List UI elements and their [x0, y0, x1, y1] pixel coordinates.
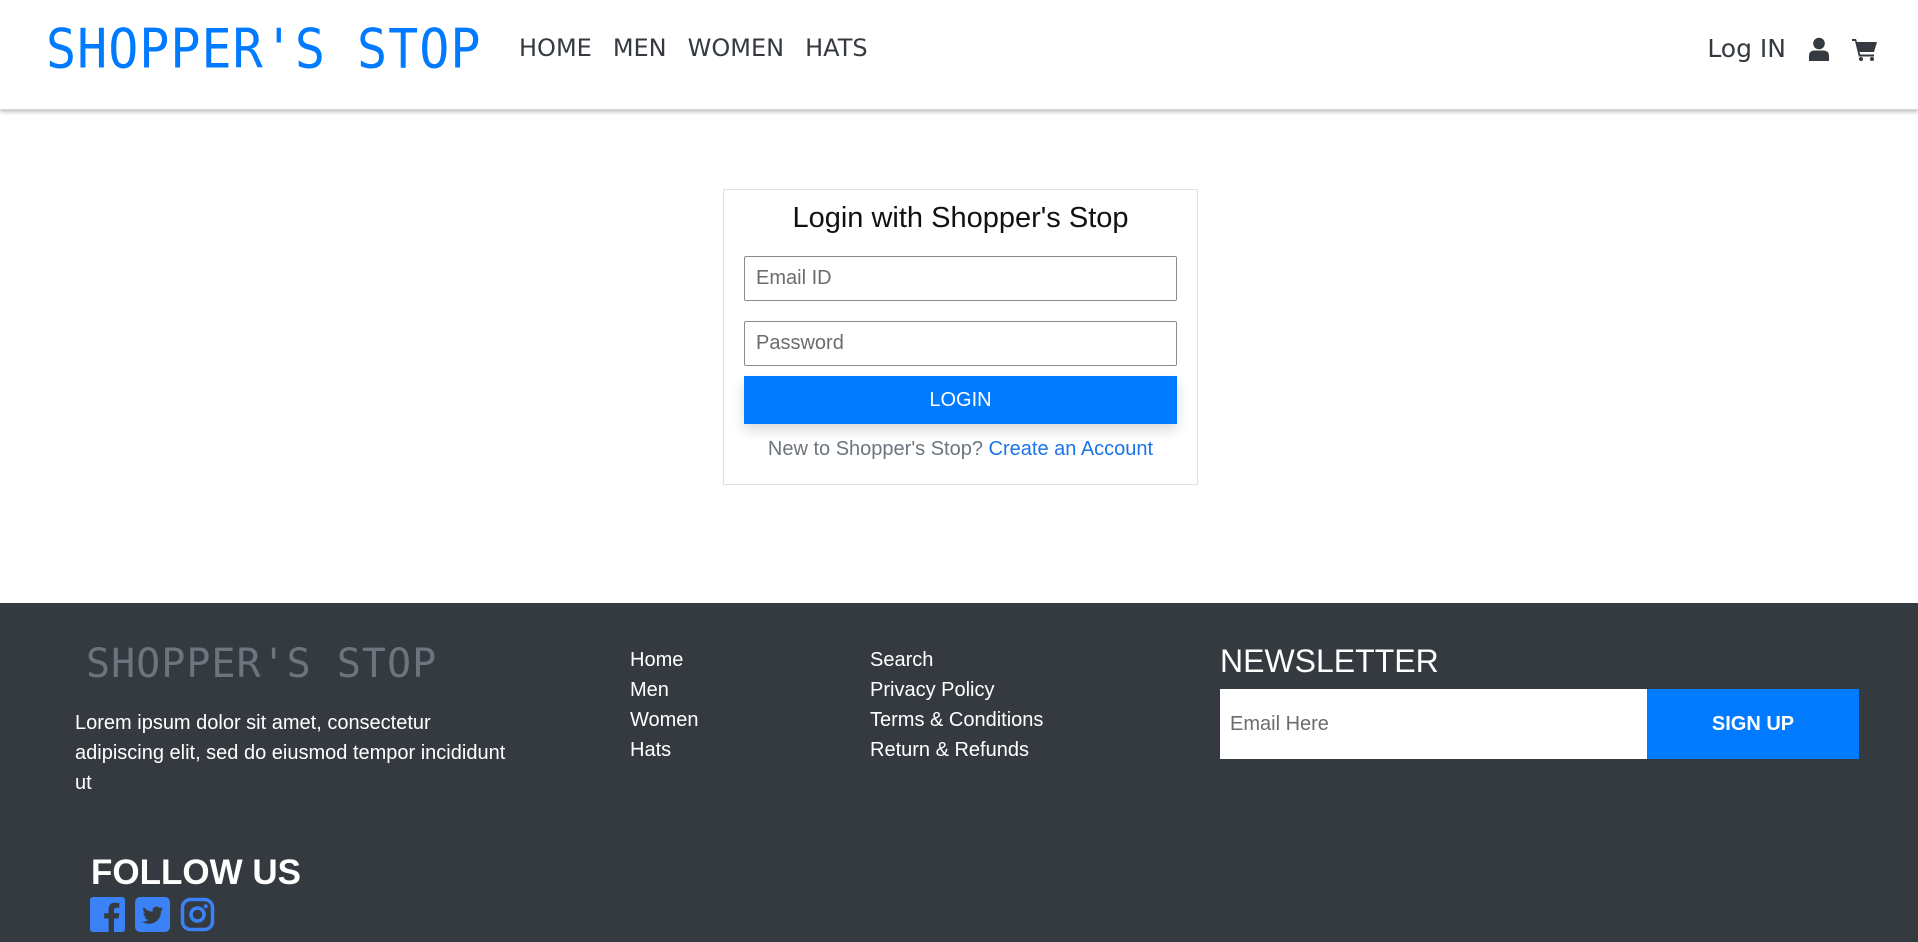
- facebook-icon[interactable]: [90, 897, 125, 932]
- footer-link-hats[interactable]: Hats: [630, 735, 699, 765]
- instagram-icon[interactable]: [180, 897, 215, 932]
- site-header: SHOPPER'S STOP HOME MEN WOMEN HATS Log I…: [0, 0, 1918, 110]
- signup-prompt-text: New to Shopper's Stop?: [767, 438, 983, 460]
- login-link[interactable]: Log IN: [1707, 34, 1786, 63]
- create-account-link[interactable]: Create an Account: [989, 438, 1154, 460]
- footer-links-primary: Home Men Women Hats: [630, 645, 699, 765]
- account-nav: Log IN: [1707, 34, 1878, 63]
- login-button[interactable]: LOGIN: [744, 376, 1177, 424]
- social-links: [90, 897, 215, 932]
- footer-link-home[interactable]: Home: [630, 645, 699, 675]
- nav-men[interactable]: MEN: [613, 34, 667, 62]
- nav-home[interactable]: HOME: [519, 34, 592, 62]
- footer-about: Lorem ipsum dolor sit amet, consectetur …: [75, 712, 506, 794]
- user-icon[interactable]: [1806, 36, 1832, 62]
- signup-button[interactable]: SIGN UP: [1647, 689, 1859, 759]
- nav-women[interactable]: WOMEN: [688, 34, 784, 62]
- signup-prompt: New to Shopper's Stop? Create an Account: [724, 438, 1197, 461]
- login-title: Login with Shopper's Stop: [792, 202, 1129, 234]
- main-nav: HOME MEN WOMEN HATS: [519, 34, 868, 62]
- footer-brand: SHOPPER'S STOP: [86, 641, 438, 687]
- footer-link-men[interactable]: Men: [630, 675, 699, 705]
- newsletter-email-field[interactable]: [1220, 689, 1647, 759]
- cart-icon[interactable]: [1852, 36, 1878, 62]
- newsletter-title: NEWSLETTER: [1220, 643, 1439, 679]
- follow-title: FOLLOW US: [91, 853, 301, 892]
- brand-logo[interactable]: SHOPPER'S STOP: [46, 18, 481, 81]
- footer-link-women[interactable]: Women: [630, 705, 699, 735]
- footer-link-returns[interactable]: Return & Refunds: [870, 735, 1043, 765]
- footer-link-privacy[interactable]: Privacy Policy: [870, 675, 1043, 705]
- login-card: Login with Shopper's Stop LOGIN New to S…: [723, 189, 1198, 485]
- password-field[interactable]: [744, 321, 1177, 366]
- footer-links-secondary: Search Privacy Policy Terms & Conditions…: [870, 645, 1043, 765]
- email-field[interactable]: [744, 256, 1177, 301]
- footer-link-search[interactable]: Search: [870, 645, 1043, 675]
- nav-hats[interactable]: HATS: [805, 34, 868, 62]
- twitter-icon[interactable]: [135, 897, 170, 932]
- footer-link-terms[interactable]: Terms & Conditions: [870, 705, 1043, 735]
- site-footer: SHOPPER'S STOP Lorem ipsum dolor sit ame…: [0, 603, 1918, 942]
